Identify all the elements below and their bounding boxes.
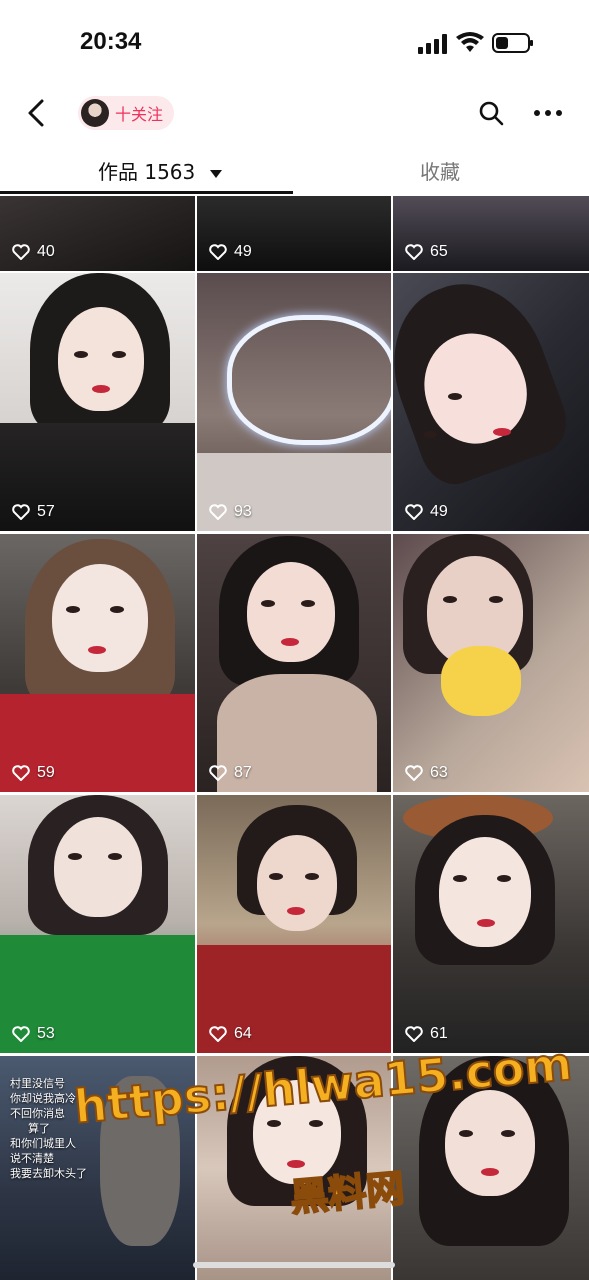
like-count: 40 xyxy=(12,243,55,261)
caption-line: 和你们城里人 xyxy=(10,1137,76,1150)
thumb-eye xyxy=(301,600,315,607)
heart-icon xyxy=(209,765,227,781)
caption-line: 说不清楚 xyxy=(10,1152,54,1165)
status-time: 20:34 xyxy=(80,28,142,55)
heart-icon xyxy=(12,765,30,781)
thumb-eye xyxy=(489,596,503,603)
thumb-face xyxy=(257,835,337,931)
thumb-eye xyxy=(309,1120,323,1127)
like-count: 61 xyxy=(405,1025,448,1043)
thumb-eye xyxy=(423,431,437,438)
tab-favorites-label: 收藏 xyxy=(420,160,460,184)
thumb-eye xyxy=(459,1130,473,1137)
like-count: 93 xyxy=(209,503,252,521)
thumb-eye xyxy=(497,875,511,882)
follow-label: 十关注 xyxy=(115,105,164,124)
heart-icon xyxy=(405,244,423,260)
video-thumb[interactable]: 53 xyxy=(0,795,195,1053)
thumb-eye xyxy=(443,596,457,603)
thumb-eye xyxy=(68,853,82,860)
video-thumb[interactable]: 61 xyxy=(393,795,589,1053)
thumb-face xyxy=(54,817,142,917)
heart-icon xyxy=(405,1026,423,1042)
thumb-face xyxy=(52,564,148,672)
thumb-eye xyxy=(261,600,275,607)
thumb-face xyxy=(445,1090,535,1196)
thumb-eye xyxy=(267,1120,281,1127)
like-count: 57 xyxy=(12,503,55,521)
thumb-hand-emoji xyxy=(441,646,521,716)
thumb-lips xyxy=(281,638,299,646)
thumb-eye xyxy=(448,393,462,400)
tab-works-label: 作品 xyxy=(98,160,138,184)
watermark-site-name: 黑料网 xyxy=(288,1165,407,1221)
thumb-eye xyxy=(112,351,126,358)
tab-works-count: 1563 xyxy=(144,160,196,184)
wifi-icon xyxy=(456,32,484,52)
tab-favorites[interactable]: 收藏 xyxy=(420,156,460,185)
like-count: 64 xyxy=(209,1025,252,1043)
heart-icon xyxy=(12,1026,30,1042)
profile-tabs: 作品 1563 收藏 xyxy=(0,146,589,196)
video-thumb[interactable]: 93 xyxy=(197,273,391,531)
video-thumb[interactable]: 65 xyxy=(393,196,589,271)
active-tab-indicator xyxy=(0,191,293,194)
video-thumb[interactable]: 59 xyxy=(0,534,195,792)
battery-icon xyxy=(492,33,533,53)
like-count: 87 xyxy=(209,764,252,782)
heart-icon xyxy=(209,504,227,520)
thumb-lips xyxy=(287,907,305,915)
heart-icon xyxy=(405,765,423,781)
thumb-lips xyxy=(481,1168,499,1176)
thumb-eye xyxy=(108,853,122,860)
thumb-eye xyxy=(110,606,124,613)
more-icon[interactable] xyxy=(533,100,563,126)
follow-button[interactable]: 十关注 xyxy=(78,96,174,130)
heart-icon xyxy=(405,504,423,520)
heart-icon xyxy=(209,1026,227,1042)
thumb-lips xyxy=(88,646,106,654)
thumb-eye xyxy=(269,873,283,880)
caption-line: 我要去卸木头了 xyxy=(10,1167,87,1180)
video-thumb[interactable]: 63 xyxy=(393,534,589,792)
thumb-eye xyxy=(74,351,88,358)
like-count: 53 xyxy=(12,1025,55,1043)
search-icon[interactable] xyxy=(478,100,504,126)
thumb-face xyxy=(439,837,531,947)
video-thumb[interactable]: 57 xyxy=(0,273,195,531)
like-count: 65 xyxy=(405,243,448,261)
like-count: 49 xyxy=(209,243,252,261)
thumb-lips xyxy=(493,428,511,436)
tab-works[interactable]: 作品 1563 xyxy=(98,156,222,185)
video-thumb[interactable]: 40 xyxy=(0,196,195,271)
thumb-face xyxy=(247,562,335,662)
video-thumb[interactable]: 87 xyxy=(197,534,391,792)
back-icon[interactable] xyxy=(22,98,52,128)
like-count: 49 xyxy=(405,503,448,521)
video-thumb[interactable]: 49 xyxy=(393,273,589,531)
caret-down-icon[interactable] xyxy=(209,169,222,178)
thumb-mirror xyxy=(227,315,391,445)
status-bar: 20:34 xyxy=(0,0,589,86)
heart-icon xyxy=(209,244,227,260)
video-thumb[interactable]: 64 xyxy=(197,795,391,1053)
like-count: 59 xyxy=(12,764,55,782)
heart-icon xyxy=(12,504,30,520)
thumb-eye xyxy=(501,1130,515,1137)
thumb-lips xyxy=(92,385,110,393)
heart-icon xyxy=(12,244,30,260)
thumb-eye xyxy=(305,873,319,880)
like-count: 63 xyxy=(405,764,448,782)
thumb-face xyxy=(58,307,144,411)
signal-icon xyxy=(418,34,447,54)
video-thumb[interactable]: 49 xyxy=(197,196,391,271)
avatar[interactable] xyxy=(81,99,109,127)
thumb-lips xyxy=(477,919,495,927)
home-indicator xyxy=(193,1262,395,1268)
thumb-eye xyxy=(453,875,467,882)
thumb-eye xyxy=(66,606,80,613)
